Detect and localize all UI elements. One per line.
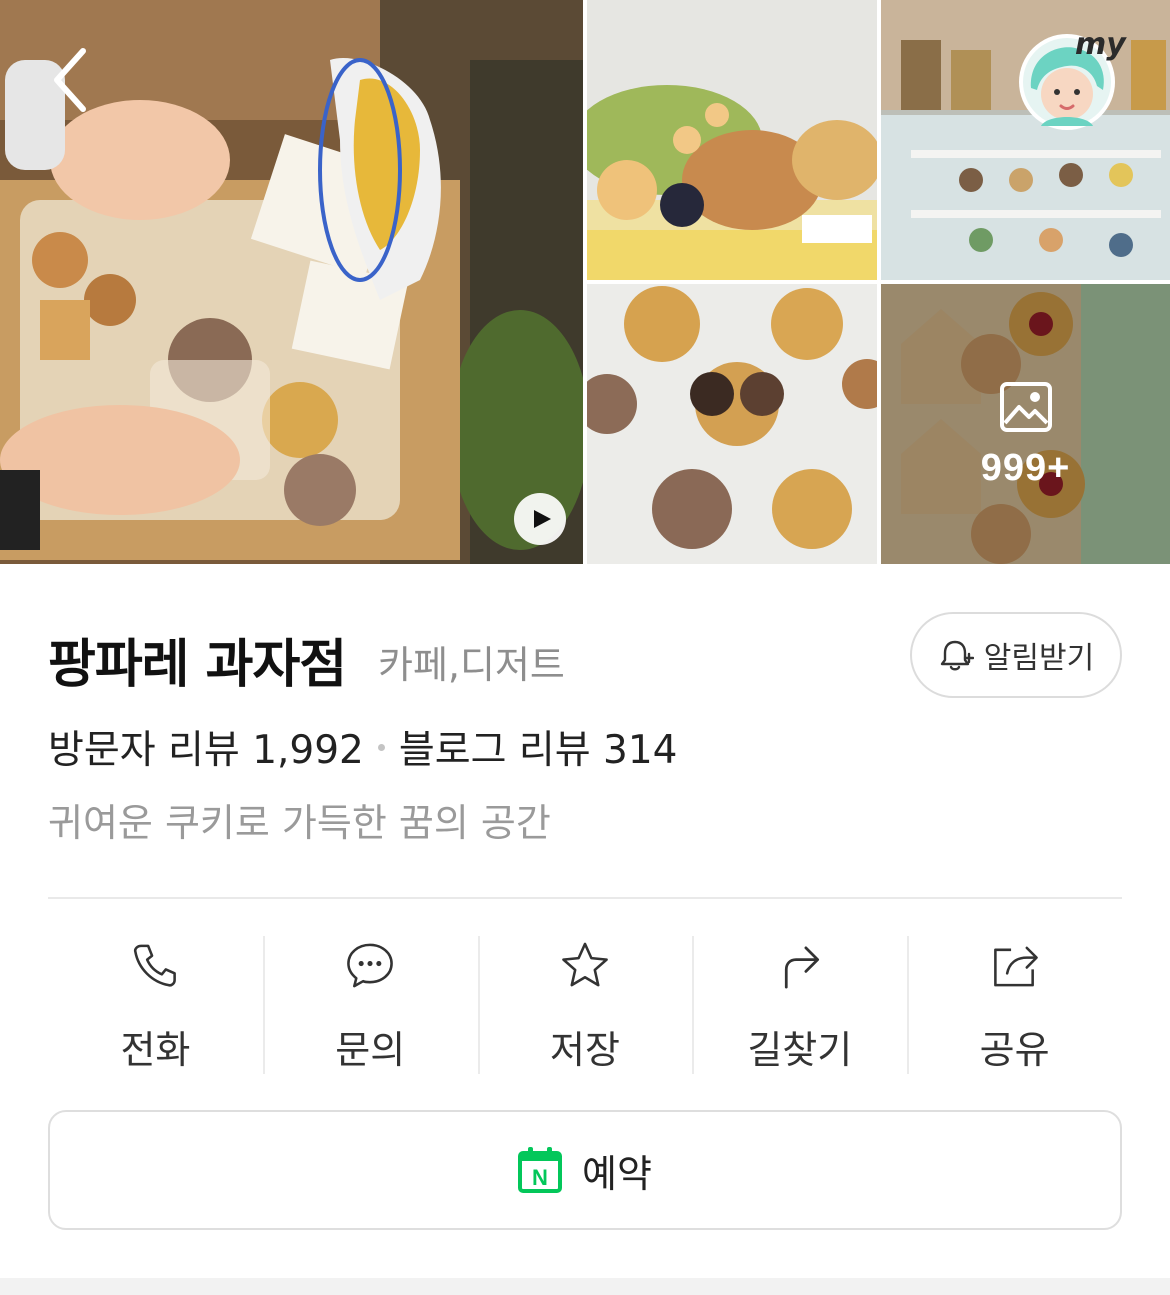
directions-label: 길찾기 (747, 1028, 853, 1072)
reviews-row: 방문자 리뷰 1,992 블로그 리뷰 314 (48, 720, 677, 774)
phone-icon (134, 944, 177, 987)
reserve-label: 예약 (582, 1151, 652, 1196)
video-play-button[interactable] (514, 493, 566, 545)
naver-booking-icon: N (518, 1147, 563, 1193)
cake-photo-thumbnail[interactable] (587, 0, 877, 280)
blog-reviews-link[interactable]: 블로그 리뷰 314 (399, 719, 678, 775)
inquiry-button[interactable]: 문의 (262, 936, 478, 1074)
alarm-button-label: 알림받기 (983, 641, 1095, 676)
call-button[interactable]: 전화 (48, 936, 263, 1074)
dog-cookies-photo-thumbnail[interactable] (587, 284, 877, 564)
avatar-badge-text: my (1075, 27, 1127, 62)
divider (48, 897, 1122, 899)
chat-icon (347, 943, 394, 988)
back-button[interactable] (40, 40, 100, 120)
photo-count: 999+ (980, 446, 1071, 489)
alarm-button[interactable]: 알림받기 (910, 612, 1122, 698)
my-avatar-button[interactable]: my (1017, 26, 1129, 132)
share-label: 공유 (979, 1028, 1050, 1072)
call-label: 전화 (120, 1028, 191, 1072)
title-row: 팡파레 과자점 카페,디저트 알림받기 (48, 612, 1122, 698)
photo-gallery: 999+ my (0, 0, 1170, 564)
place-name: 팡파레 과자점 (48, 635, 347, 695)
save-label: 저장 (550, 1028, 620, 1072)
directions-icon (784, 946, 819, 989)
play-icon (534, 510, 551, 528)
share-icon (993, 946, 1038, 987)
chevron-left-icon (54, 48, 86, 112)
share-button[interactable]: 공유 (907, 936, 1122, 1074)
save-button[interactable]: 저장 (477, 936, 693, 1074)
separator-dot (377, 743, 385, 751)
reserve-button[interactable]: N 예약 (48, 1110, 1122, 1230)
place-tagline: 귀여운 쿠키로 가득한 꿈의 공간 (48, 801, 551, 845)
action-bar: 전화 문의 저장 길찾기 공유 (48, 936, 1122, 1074)
naver-booking-letter: N (532, 1165, 548, 1190)
inquiry-label: 문의 (335, 1028, 406, 1072)
photo-icon (999, 381, 1052, 432)
star-icon (562, 942, 608, 987)
bell-plus-icon (940, 640, 974, 671)
section-separator (0, 1278, 1170, 1295)
visitor-reviews-link[interactable]: 방문자 리뷰 1,992 (48, 719, 364, 775)
more-photos-overlay[interactable]: 999+ (881, 284, 1170, 564)
place-category: 카페,디저트 (378, 643, 565, 687)
directions-button[interactable]: 길찾기 (692, 936, 907, 1074)
